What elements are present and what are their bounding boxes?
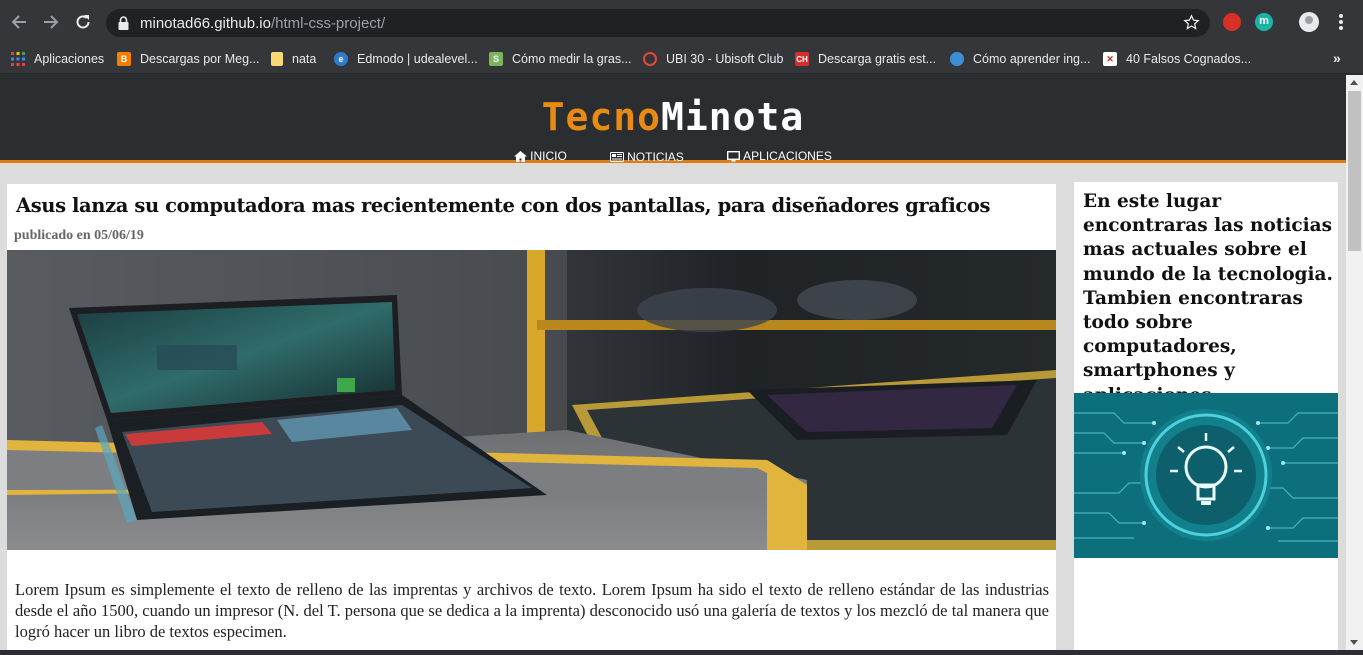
window-bottom-edge	[0, 650, 1346, 655]
bookmark-ingles[interactable]: Cómo aprender ing...	[950, 44, 1090, 74]
reload-button[interactable]	[73, 12, 93, 32]
site-logo[interactable]: TecnoMinota	[0, 95, 1346, 139]
globe-icon	[950, 52, 964, 66]
article-title[interactable]: Asus lanza su computadora mas recienteme…	[16, 194, 990, 217]
back-button[interactable]	[9, 12, 29, 32]
blogger-icon: B	[117, 52, 131, 66]
scroll-thumb[interactable]	[1348, 91, 1361, 251]
extension-hand-icon[interactable]	[1223, 13, 1241, 31]
bookmark-label: 40 Falsos Cognados...	[1126, 52, 1252, 66]
nav-label: NOTICIAS	[627, 149, 684, 164]
bookmark-ubisoft[interactable]: UBI 30 - Ubisoft Club	[643, 44, 783, 74]
arrow-left-icon	[11, 15, 26, 29]
reload-icon	[76, 15, 90, 29]
ch-icon: CH	[795, 52, 809, 66]
lightbulb-circuit-image	[1074, 393, 1338, 558]
bookmark-label: nata	[292, 52, 317, 66]
nav-inicio[interactable]: INICIO	[514, 149, 567, 163]
arrow-right-icon	[44, 15, 59, 29]
url-host: minotad66.github.io	[140, 15, 271, 32]
newspaper-icon	[610, 151, 625, 162]
bookmark-descarga-gratis[interactable]: CH Descarga gratis est...	[795, 44, 936, 74]
flag-icon: ✕	[1103, 52, 1117, 66]
bookmark-label: Descarga gratis est...	[818, 52, 937, 66]
bookmarks-bar: Aplicaciones B Descargas por Meg... nata…	[0, 44, 1363, 74]
nav-label: APLICACIONES	[743, 149, 832, 163]
browser-toolbar: minotad66.github.io/html-css-project/ m	[0, 0, 1363, 44]
star-icon[interactable]	[1183, 14, 1200, 31]
sidebar: En este lugar encontraras las noticias m…	[1074, 182, 1338, 650]
forward-button[interactable]	[41, 12, 61, 32]
sidebar-intro-text: En este lugar encontraras las noticias m…	[1083, 191, 1333, 406]
article-body: Lorem Ipsum es simplemente el texto de r…	[15, 580, 1049, 641]
bookmark-label: UBI 30 - Ubisoft Club	[666, 52, 784, 66]
scroll-down-arrow-icon[interactable]	[1350, 640, 1358, 645]
bookmark-label: Cómo aprender ing...	[973, 52, 1091, 66]
shopify-icon: S	[489, 52, 503, 66]
more-bookmarks-icon[interactable]: »	[1333, 50, 1341, 66]
menu-dots-icon[interactable]	[1333, 14, 1349, 30]
bookmark-aplicaciones[interactable]: Aplicaciones	[11, 44, 104, 74]
bookmark-label: Edmodo | udealevel...	[357, 52, 478, 66]
article-date: publicado en 05/06/19	[14, 228, 144, 243]
bookmark-label: Aplicaciones	[34, 52, 105, 66]
bookmark-nata[interactable]: nata	[271, 44, 316, 74]
desktop-icon	[727, 150, 741, 161]
article-image	[7, 250, 1056, 550]
profile-avatar-icon[interactable]	[1299, 12, 1319, 32]
news-article: Asus lanza su computadora mas recienteme…	[7, 184, 1056, 650]
bookmark-cognados[interactable]: ✕ 40 Falsos Cognados...	[1103, 44, 1251, 74]
nav-noticias[interactable]: NOTICIAS	[610, 150, 684, 164]
bookmark-grasa[interactable]: S Cómo medir la gras...	[489, 44, 631, 74]
page-viewport: TecnoMinota INICIO NOTICIAS APLICACIONES…	[0, 75, 1346, 650]
extension-m-icon[interactable]: m	[1255, 13, 1273, 31]
edmodo-icon: e	[334, 52, 348, 66]
url-path: /html-css-project/	[270, 15, 386, 32]
scroll-up-arrow-icon[interactable]	[1350, 80, 1358, 85]
logo-part-tecno: Tecno	[541, 95, 662, 139]
nav-aplicaciones[interactable]: APLICACIONES	[727, 149, 832, 163]
bookmark-edmodo[interactable]: e Edmodo | udealevel...	[334, 44, 478, 74]
folder-icon	[271, 52, 283, 66]
ubisoft-icon	[643, 52, 657, 66]
bookmark-descargas[interactable]: B Descargas por Meg...	[117, 44, 260, 74]
logo-part-minota: Minota	[661, 95, 805, 139]
bookmark-label: Descargas por Meg...	[140, 52, 260, 66]
address-bar[interactable]: minotad66.github.io/html-css-project/	[106, 9, 1210, 37]
main-nav: INICIO NOTICIAS APLICACIONES	[0, 149, 1346, 165]
bookmark-label: Cómo medir la gras...	[512, 52, 632, 66]
nav-label: INICIO	[530, 149, 567, 163]
page-scrollbar[interactable]	[1346, 75, 1363, 650]
site-header: TecnoMinota INICIO NOTICIAS APLICACIONES	[0, 75, 1346, 165]
home-icon	[514, 150, 528, 162]
apps-grid-icon	[11, 52, 25, 66]
url-text: minotad66.github.io/html-css-project/	[140, 15, 385, 32]
lock-icon	[118, 16, 129, 30]
